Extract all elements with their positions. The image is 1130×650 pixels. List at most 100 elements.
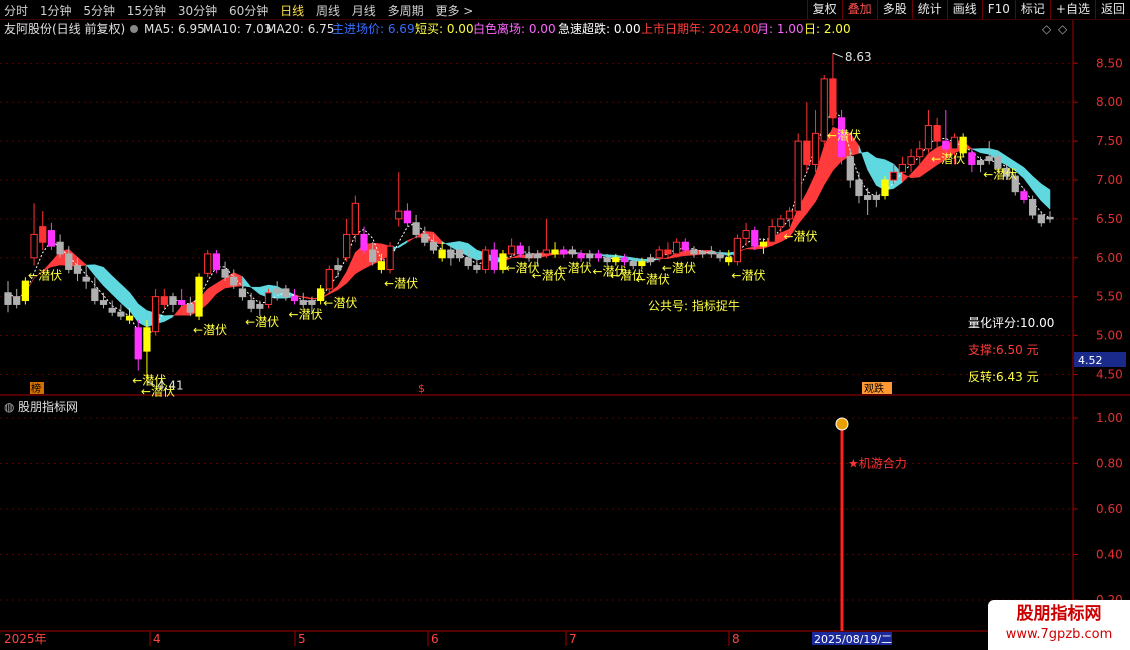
candle-body [759, 241, 768, 247]
entry-price-label: 主进场价: 6.69 [332, 22, 415, 36]
sub-pane-title: 股朋指标网 [18, 399, 78, 414]
sub-tick-label: 0.60 [1096, 502, 1123, 516]
candle-body [186, 303, 194, 313]
ribbon-segment [910, 163, 920, 179]
candle-body [612, 257, 620, 263]
candle-body [438, 249, 446, 259]
candle-body [143, 327, 151, 352]
candle-body [125, 315, 134, 321]
low-price-label: 4.41 [157, 378, 184, 392]
ribbon-segment [242, 275, 252, 289]
latent-annotation: ←潜伏 [384, 276, 418, 290]
x-label-may: 5 [298, 632, 306, 646]
candle-body [933, 125, 941, 142]
ribbon-segment [164, 314, 174, 322]
candle-body [212, 253, 221, 270]
candle-body [351, 202, 359, 235]
candle-body [395, 210, 403, 220]
ma20-label: MA20: 6.75 [266, 22, 334, 36]
signal-bar [840, 418, 844, 631]
candle-body [872, 195, 880, 200]
short-buy-label: 短买: 0.00 [415, 22, 474, 36]
ribbon-segment [398, 240, 408, 249]
candle-body [169, 296, 177, 305]
latent-annotation: ←潜伏 [193, 323, 227, 337]
candle-body [56, 241, 64, 255]
diamond-icon[interactable]: ◇ [1042, 22, 1052, 36]
candle-body [586, 253, 594, 259]
candle-body [334, 265, 342, 270]
candle-body [386, 245, 394, 270]
chevron-down-icon[interactable] [130, 25, 138, 33]
ribbon-segment [407, 236, 417, 243]
latent-annotation: ←潜伏 [662, 261, 696, 275]
x-label-jul: 7 [569, 632, 577, 646]
chart-header: 友阿股份(日线 前复权) MA5: 6.95 MA10: 7.03 MA20: … [4, 21, 1068, 36]
brand-url: www.7gpzb.com [1005, 627, 1113, 642]
latent-annotation: ←潜伏 [28, 269, 62, 283]
candle-body [907, 156, 915, 165]
candle-body [577, 253, 585, 259]
candle-body [360, 233, 368, 251]
candle-body [30, 233, 38, 259]
sub-tick-label: 1.00 [1096, 411, 1123, 425]
candle-body [629, 261, 637, 267]
candle-body [534, 253, 542, 259]
x-label-aug: 8 [732, 632, 740, 646]
latent-annotation: ←潜伏 [323, 296, 357, 310]
candle-body [290, 296, 299, 302]
candle-body [455, 249, 464, 259]
candle-body [655, 249, 663, 259]
candle-body [516, 245, 524, 255]
candle-body [47, 230, 56, 247]
candle-body [542, 249, 550, 255]
ribbon-segment [441, 240, 452, 248]
y-axis-ticks: 8.50 8.00 7.50 7.00 6.50 6.00 5.50 5.00 4.50 [1073, 56, 1123, 381]
candle-body [204, 253, 212, 274]
candle-body [230, 276, 238, 286]
candle-body [473, 265, 481, 270]
candle-body [742, 230, 750, 239]
sub-chevron-icon[interactable]: ◍ [4, 400, 15, 414]
candle-body [855, 179, 863, 197]
candle-body [594, 253, 603, 259]
candle-body [924, 125, 933, 150]
brand-name: 股朋指标网 [1016, 604, 1102, 624]
x-label-year: 2025年 [4, 632, 47, 646]
marker-3: 观跌 [864, 382, 884, 395]
brand-watermark: 股朋指标网 www.7gpzb.com [988, 600, 1130, 650]
candle-body [846, 156, 854, 181]
y-tick-label: 8.00 [1096, 95, 1123, 109]
candle-body [1046, 216, 1054, 220]
candle-body [638, 261, 646, 267]
high-pointer [832, 52, 844, 58]
stock-title[interactable]: 友阿股份(日线 前复权) [4, 21, 125, 36]
price-tag: 4.52 [1078, 354, 1103, 367]
candle-body [898, 163, 907, 173]
x-axis: 2025年 4 5 6 7 8 2025/08/19/二 [4, 631, 892, 646]
candle-body [369, 249, 377, 263]
kline-chart[interactable]: 友阿股份(日线 前复权) MA5: 6.95 MA10: 7.03 MA20: … [0, 0, 1130, 650]
signal-label: ★机游合力 [848, 456, 907, 471]
candle-body [490, 249, 498, 270]
candle-body [247, 300, 255, 309]
ribbon-segment [1023, 166, 1033, 191]
ribbon-segment [172, 305, 182, 318]
ribbon-segment [250, 286, 261, 295]
candle-body [968, 152, 976, 165]
latent-annotation: ←潜伏 [827, 129, 861, 143]
collapse-icon[interactable]: ◇ [1058, 22, 1068, 36]
reversal-label: 反转:6.43 元 [968, 369, 1039, 384]
month-label: 月: 1.00 [757, 22, 804, 36]
candle-body [264, 292, 273, 305]
candle-body [672, 241, 681, 255]
candle-body [690, 249, 698, 255]
candle-body [481, 249, 490, 270]
latent-annotation: ←潜伏 [731, 269, 765, 283]
candle-body [916, 148, 924, 158]
candle-body [777, 218, 785, 228]
candle-body [1020, 191, 1028, 200]
white-exit-label: 白色离场: 0.00 [473, 21, 556, 36]
ribbon-segment [858, 145, 868, 170]
candle-body [803, 140, 811, 165]
